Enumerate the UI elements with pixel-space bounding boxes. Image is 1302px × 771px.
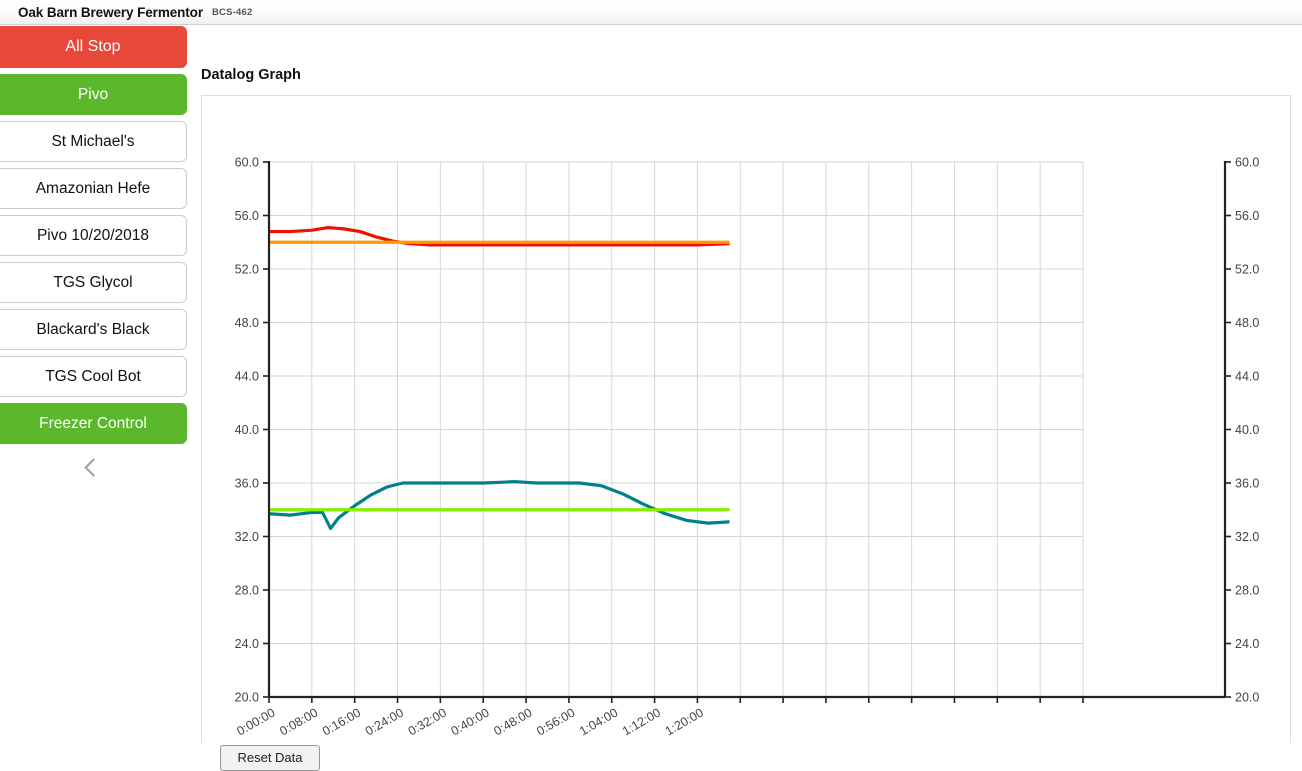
x-tick-label: 1:04:00 bbox=[577, 705, 620, 738]
app-model-label: BCS-462 bbox=[211, 6, 253, 18]
y-tick-label-right: 48.0 bbox=[1235, 316, 1259, 330]
datalog-chart: 20.0 24.0 28.0 32.0 36.0 40.0 44.0 48.0 52.0 56.0… bbox=[202, 96, 1292, 744]
x-tick-label: 0:40:00 bbox=[449, 705, 492, 738]
sidebar-item-tgs-glycol[interactable]: TGS Glycol bbox=[0, 262, 187, 303]
app-title: Oak Barn Brewery Fermentor bbox=[18, 4, 203, 20]
sidebar-item-pivo-10-20-2018[interactable]: Pivo 10/20/2018 bbox=[0, 215, 187, 256]
sidebar-item-tgs-cool-bot[interactable]: TGS Cool Bot bbox=[0, 356, 187, 397]
y-tick-label-right: 24.0 bbox=[1235, 637, 1259, 651]
reset-data-button[interactable]: Reset Data bbox=[220, 745, 320, 771]
x-tick-label: 0:00:00 bbox=[234, 705, 277, 738]
y-tick-label: 60.0 bbox=[235, 156, 259, 170]
y-axis-left: 20.0 24.0 28.0 32.0 36.0 40.0 44.0 48.0 52.0 56.0… bbox=[235, 156, 269, 705]
x-tick-label: 0:48:00 bbox=[491, 705, 534, 738]
y-tick-label-right: 44.0 bbox=[1235, 370, 1259, 384]
x-tick-label: 1:20:00 bbox=[663, 705, 706, 738]
series-line bbox=[268, 480, 730, 531]
sidebar-item-st-michael-s[interactable]: St Michael's bbox=[0, 121, 187, 162]
y-tick-label-right: 40.0 bbox=[1235, 423, 1259, 437]
title-bar: Oak Barn Brewery Fermentor BCS-462 bbox=[0, 0, 1302, 25]
y-tick-label: 36.0 bbox=[235, 477, 259, 491]
y-tick-label: 48.0 bbox=[235, 316, 259, 330]
sidebar-item-blackard-s-black[interactable]: Blackard's Black bbox=[0, 309, 187, 350]
y-tick-label-right: 32.0 bbox=[1235, 530, 1259, 544]
y-tick-label: 32.0 bbox=[235, 530, 259, 544]
chevron-left-icon bbox=[84, 457, 103, 477]
page-title: Datalog Graph bbox=[201, 67, 301, 83]
y-tick-label: 52.0 bbox=[235, 263, 259, 277]
sidebar-item-pivo[interactable]: Pivo bbox=[0, 74, 187, 115]
x-tick-label: 0:08:00 bbox=[277, 705, 320, 738]
y-tick-label-right: 28.0 bbox=[1235, 584, 1259, 598]
y-tick-label: 56.0 bbox=[235, 209, 259, 223]
x-tick-label: 0:32:00 bbox=[406, 705, 449, 738]
y-tick-label: 24.0 bbox=[235, 637, 259, 651]
y-axis-right: 20.0 24.0 28.0 32.0 36.0 40.0 44.0 48.0 52.0 56.0… bbox=[1225, 156, 1259, 705]
y-tick-label: 20.0 bbox=[235, 691, 259, 705]
y-tick-label-right: 20.0 bbox=[1235, 691, 1259, 705]
y-tick-label: 44.0 bbox=[235, 370, 259, 384]
y-tick-label-right: 56.0 bbox=[1235, 209, 1259, 223]
x-tick-label: 0:56:00 bbox=[534, 705, 577, 738]
sidebar-item-all-stop[interactable]: All Stop bbox=[0, 26, 187, 68]
x-tick-label: 1:12:00 bbox=[620, 705, 663, 738]
main-content: Datalog Graph 20.0 24.0 28.0 32.0 36.0 40.0 44… bbox=[199, 26, 1302, 771]
y-tick-label: 40.0 bbox=[235, 423, 259, 437]
sidebar-item-freezer-control[interactable]: Freezer Control bbox=[0, 403, 187, 444]
y-tick-label-right: 36.0 bbox=[1235, 477, 1259, 491]
sidebar-item-amazonian-hefe[interactable]: Amazonian Hefe bbox=[0, 168, 187, 209]
x-axis: 0:00:00 0:08:00 0:16:00 0:24:00 0:32:00 0:40:… bbox=[234, 697, 1084, 738]
datalog-graph-card: 20.0 24.0 28.0 32.0 36.0 40.0 44.0 48.0 52.0 56.0… bbox=[201, 95, 1291, 743]
sidebar-collapse-button[interactable] bbox=[0, 450, 187, 484]
x-tick-label: 0:24:00 bbox=[363, 705, 406, 738]
y-tick-label-right: 52.0 bbox=[1235, 263, 1259, 277]
y-tick-label: 28.0 bbox=[235, 584, 259, 598]
sidebar: All Stop Pivo St Michael's Amazonian Hefe Pi… bbox=[0, 26, 187, 484]
y-tick-label-right: 60.0 bbox=[1235, 156, 1259, 170]
x-tick-label: 0:16:00 bbox=[320, 705, 363, 738]
chart-svg: 20.0 24.0 28.0 32.0 36.0 40.0 44.0 48.0 52.0 56.0… bbox=[234, 156, 1259, 739]
